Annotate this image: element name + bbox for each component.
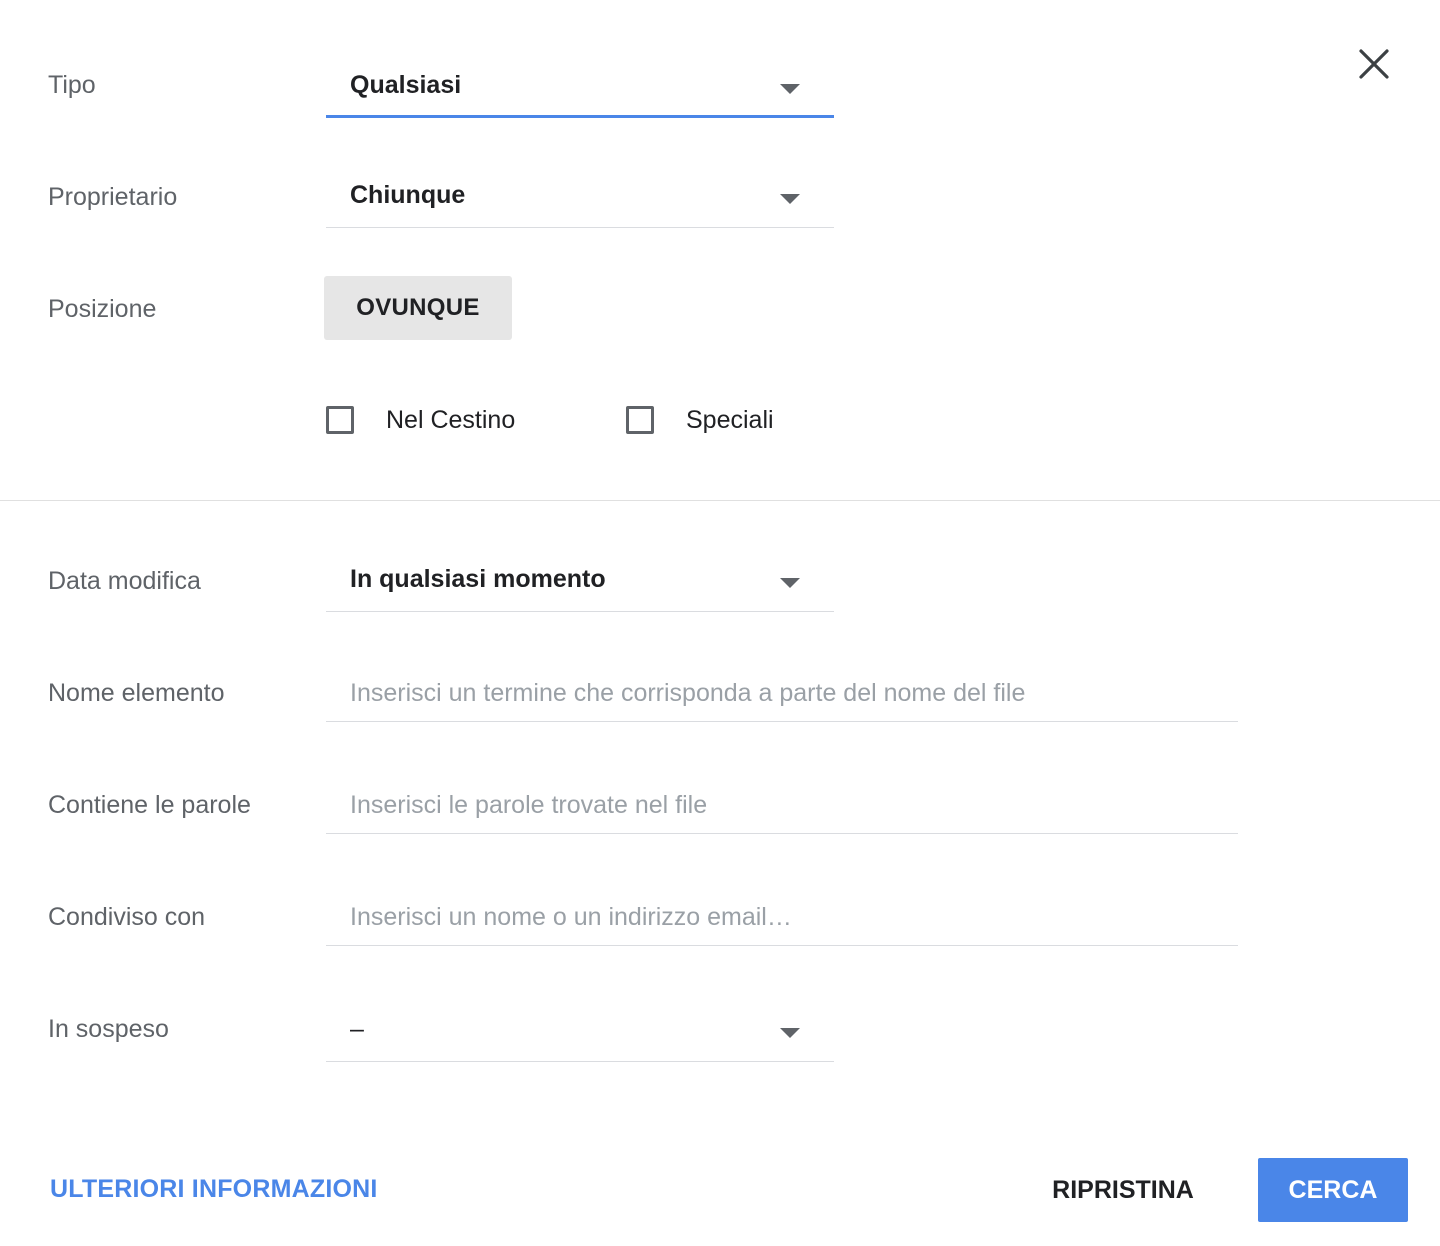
location-label: Posizione [48, 295, 157, 323]
in-trash-checkbox-option[interactable]: Nel Cestino [326, 404, 515, 436]
type-label: Tipo [48, 71, 96, 99]
date-modified-dropdown[interactable]: In qualsiasi momento [326, 548, 834, 612]
follow-ups-dropdown-value: – [350, 1015, 364, 1043]
in-trash-checkbox[interactable] [326, 406, 354, 434]
starred-label: Speciali [686, 406, 774, 434]
follow-ups-dropdown[interactable]: – [326, 998, 834, 1062]
date-modified-dropdown-value: In qualsiasi momento [350, 565, 606, 593]
chevron-down-icon [780, 578, 800, 588]
in-trash-label: Nel Cestino [386, 406, 516, 434]
shared-with-label: Condiviso con [48, 903, 206, 931]
type-dropdown-value: Qualsiasi [350, 71, 462, 99]
owner-label: Proprietario [48, 183, 178, 211]
has-words-label: Contiene le parole [48, 791, 251, 819]
chevron-down-icon [780, 84, 800, 94]
reset-button[interactable]: RIPRISTINA [1030, 1158, 1216, 1222]
shared-with-input[interactable] [326, 890, 1238, 946]
close-icon [1359, 49, 1389, 79]
has-words-input[interactable] [326, 778, 1238, 834]
item-name-input[interactable] [326, 666, 1238, 722]
owner-dropdown-value: Chiunque [350, 181, 466, 209]
owner-dropdown[interactable]: Chiunque [326, 164, 834, 228]
date-modified-label: Data modifica [48, 567, 201, 595]
chevron-down-icon [780, 194, 800, 204]
item-name-label: Nome elemento [48, 679, 225, 707]
close-button[interactable] [1350, 40, 1398, 88]
search-button[interactable]: CERCA [1258, 1158, 1408, 1222]
starred-checkbox-option[interactable]: Speciali [626, 404, 774, 436]
section-divider [0, 500, 1440, 501]
type-dropdown[interactable]: Qualsiasi [326, 54, 834, 118]
location-anywhere-button[interactable]: OVUNQUE [324, 276, 512, 340]
follow-ups-label: In sospeso [48, 1015, 169, 1043]
learn-more-link[interactable]: ULTERIORI INFORMAZIONI [50, 1174, 378, 1204]
starred-checkbox[interactable] [626, 406, 654, 434]
chevron-down-icon [780, 1028, 800, 1038]
